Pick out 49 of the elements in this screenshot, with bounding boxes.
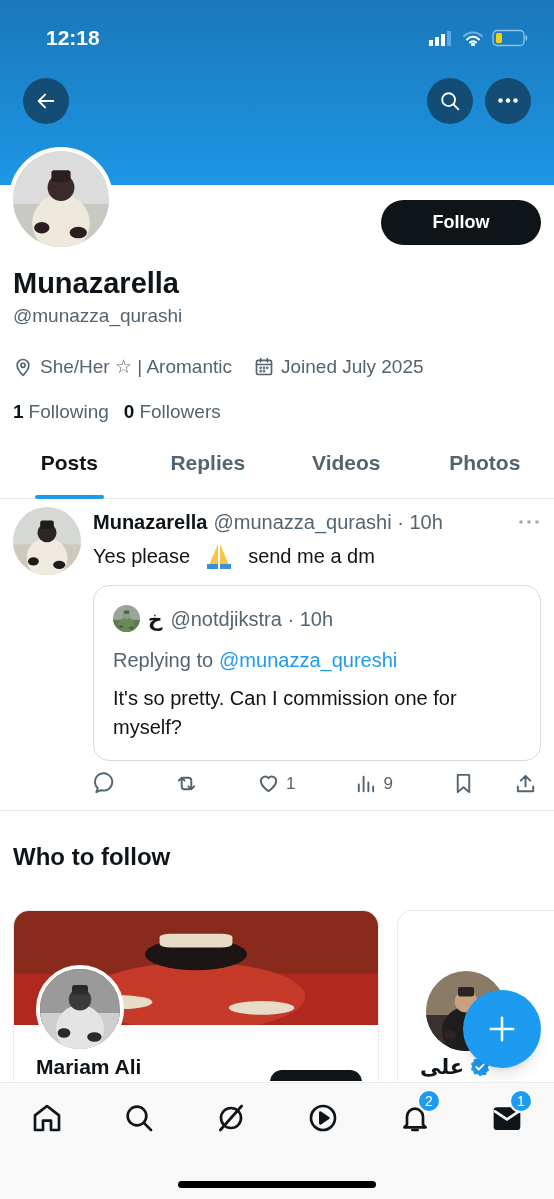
notification-badge: 1 (509, 1089, 533, 1113)
compose-button[interactable] (463, 990, 541, 1068)
reply-icon (93, 771, 116, 795)
stat-count: 0 (123, 400, 135, 424)
calendar-icon (253, 356, 274, 377)
quoted-post-meta: @notdjikstra · 10h (170, 606, 334, 632)
like-button[interactable]: 1 (257, 770, 296, 796)
post-text: send me a dm (248, 543, 375, 569)
search-button[interactable] (427, 77, 473, 124)
stat-count: 1 (13, 400, 24, 424)
status-time: 12:18 (46, 25, 100, 51)
stat-link[interactable]: 1 Following (13, 398, 109, 427)
quoted-post-text: It's so pretty. Can I commission one for myself? (113, 685, 458, 740)
stat-label: Following (28, 400, 109, 424)
search-icon (439, 89, 461, 112)
profile-name: Munazarella (13, 266, 180, 301)
more-icon (498, 98, 518, 103)
home-icon (31, 1102, 63, 1134)
profile-tab[interactable]: Replies (164, 438, 252, 499)
profile-meta-text: She/Her ☆ | Aromantic (40, 354, 232, 379)
location-pin-icon (13, 356, 33, 377)
post-meta: @munazza_qurashi · 10h (213, 509, 443, 536)
suggestion-name: Mariam Ali (36, 1054, 142, 1080)
profile-meta-text: Joined July 2025 (280, 354, 424, 379)
profile-tab[interactable]: Photos (443, 438, 527, 499)
reply-button[interactable] (93, 771, 116, 795)
search-icon (123, 1102, 155, 1134)
quoted-author-name: خ (148, 605, 163, 633)
follow-button[interactable] (270, 1070, 362, 1081)
profile-handle: @munazza_qurashi (13, 304, 184, 329)
profile-tab[interactable]: Posts (34, 438, 104, 499)
more-button[interactable] (485, 77, 531, 124)
back-button[interactable] (23, 77, 69, 124)
suggestion-name: علی (420, 1054, 465, 1080)
plus-icon (487, 1014, 517, 1044)
battery-icon (492, 28, 528, 47)
stat-label: Followers (139, 400, 221, 424)
views-button[interactable]: 9 (354, 770, 393, 796)
replying-label: Replying to (113, 647, 214, 673)
author-name: Munazarella (93, 509, 208, 535)
post-text: Yes please (93, 543, 191, 569)
follow-button[interactable]: Follow (381, 200, 541, 245)
signal-icon (428, 29, 454, 46)
play-icon (307, 1102, 339, 1134)
notification-badge: 2 (417, 1089, 441, 1113)
section-title: Who to follow (12, 842, 172, 872)
stat-link[interactable]: 0 Followers (123, 398, 221, 427)
wifi-icon (462, 29, 484, 46)
profile-tab[interactable]: Videos (306, 438, 387, 499)
